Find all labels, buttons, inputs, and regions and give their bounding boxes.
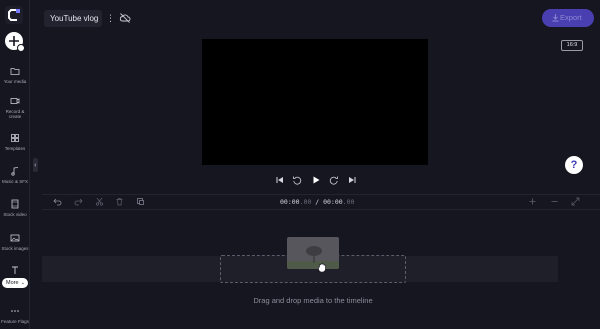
play-icon[interactable] — [311, 175, 321, 185]
image-icon — [10, 234, 20, 242]
trash-icon[interactable] — [115, 197, 124, 206]
video-camera-icon — [10, 98, 20, 104]
help-button[interactable]: ? — [565, 156, 583, 174]
sidebar-item-music-sfx[interactable]: Music & SFX — [0, 166, 30, 184]
total-time: 00:00 — [323, 198, 343, 206]
sidebar-item-label: Feature Flags — [1, 319, 29, 324]
undo-icon[interactable] — [53, 197, 62, 206]
time-separator: / — [311, 198, 324, 206]
more-label: More — [6, 280, 19, 286]
redo-icon[interactable] — [74, 197, 83, 206]
add-media-button[interactable] — [5, 32, 25, 52]
forward-5s-icon[interactable] — [329, 175, 339, 185]
video-preview — [202, 39, 428, 165]
export-button[interactable]: Export — [542, 9, 594, 27]
fit-timeline-icon[interactable] — [571, 197, 580, 206]
sidebar-item-stock-images[interactable]: Stock images — [0, 233, 30, 251]
sidebar-item-stock-video[interactable]: Stock video — [0, 199, 30, 217]
more-dots-icon — [11, 310, 19, 312]
sidebar-item-templates[interactable]: Templates — [0, 133, 30, 151]
export-label: Export — [560, 13, 582, 22]
grid-icon — [11, 134, 19, 142]
zoom-in-icon[interactable] — [528, 197, 537, 206]
timecode: 00:00.00 / 00:00.00 — [280, 198, 354, 206]
sidebar-item-label: Your media — [3, 79, 27, 84]
skip-forward-icon[interactable] — [347, 175, 357, 185]
music-note-icon — [11, 167, 19, 176]
skip-back-icon[interactable] — [275, 175, 285, 185]
total-time-fraction: .00 — [342, 198, 355, 206]
sidebar: Your media Record & create Templates Mus… — [0, 0, 30, 329]
sidebar-collapse-handle[interactable] — [33, 158, 38, 172]
more-button[interactable]: More ⌄ — [2, 278, 28, 288]
download-icon — [552, 14, 559, 22]
clipchamp-logo-icon[interactable] — [5, 6, 23, 24]
current-time: 00:00 — [280, 198, 300, 206]
sidebar-item-feature-flags[interactable]: Feature Flags — [0, 306, 30, 324]
text-icon — [12, 266, 18, 274]
project-menu-icon[interactable]: ⋮ — [106, 12, 115, 25]
sidebar-item-label: Stock images — [1, 246, 29, 251]
duplicate-icon[interactable] — [136, 197, 145, 206]
hand-cursor-icon — [17, 44, 25, 52]
sidebar-item-your-media[interactable]: Your media — [0, 66, 30, 84]
sidebar-item-label: Stock video — [3, 212, 27, 217]
chevron-down-icon: ⌄ — [20, 280, 25, 286]
sidebar-item-record-create[interactable]: Record & create — [0, 96, 30, 119]
sidebar-item-label: Templates — [4, 146, 26, 151]
project-title[interactable]: YouTube vlog — [44, 10, 102, 27]
dragged-media-thumbnail[interactable] — [287, 237, 339, 269]
sidebar-item-text[interactable] — [0, 265, 30, 275]
aspect-ratio-button[interactable]: 16:9 — [561, 40, 583, 51]
sidebar-item-label: Record & create — [5, 109, 25, 119]
sidebar-item-label: Music & SFX — [1, 179, 28, 184]
cloud-off-icon — [119, 13, 131, 23]
film-icon — [11, 199, 19, 209]
zoom-out-icon[interactable] — [550, 197, 559, 206]
current-time-fraction: .00 — [299, 198, 312, 206]
rewind-5s-icon[interactable] — [292, 175, 302, 185]
folder-icon — [10, 68, 20, 75]
drop-hint-text: Drag and drop media to the timeline — [253, 296, 373, 305]
scissors-icon[interactable] — [95, 197, 104, 206]
grab-cursor-icon — [318, 263, 326, 273]
tree-image-icon — [306, 246, 322, 263]
